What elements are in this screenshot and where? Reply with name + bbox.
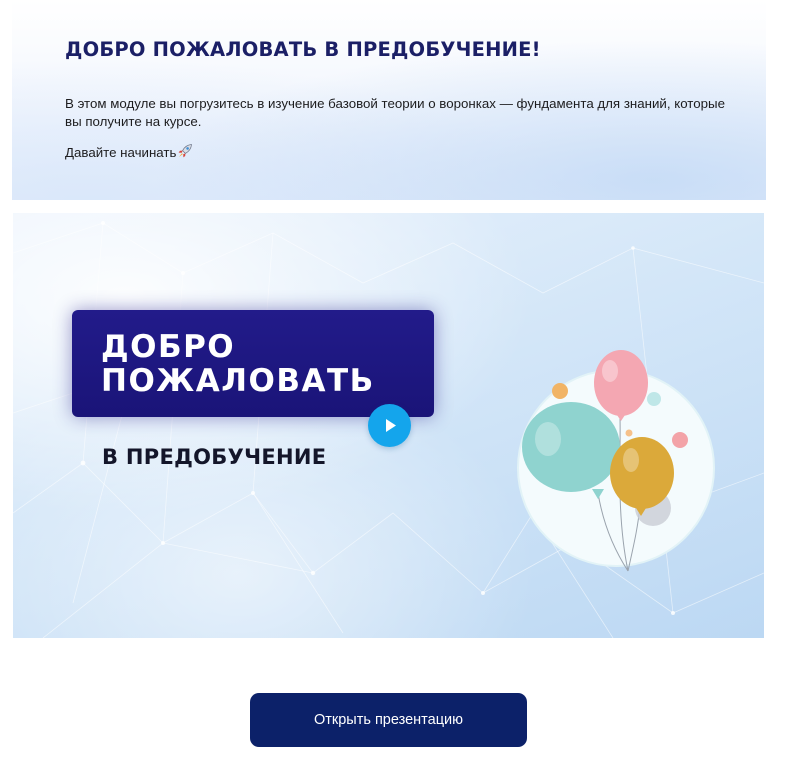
intro-card: ДОБРО ПОЖАЛОВАТЬ В ПРЕДОБУЧЕНИЕ! В этом … (12, 0, 766, 200)
intro-call-to-action: Давайте начинать (65, 143, 193, 164)
welcome-title-box: ДОБРО ПОЖАЛОВАТЬ (72, 310, 434, 417)
video-preview[interactable]: ДОБРО ПОЖАЛОВАТЬ В ПРЕДОБУЧЕНИЕ (13, 213, 764, 638)
intro-cta-text: Давайте начинать (65, 145, 177, 160)
open-presentation-button[interactable]: Открыть презентацию (250, 693, 527, 747)
play-icon (386, 419, 396, 432)
play-button[interactable] (368, 404, 411, 447)
intro-title: ДОБРО ПОЖАЛОВАТЬ В ПРЕДОБУЧЕНИЕ! (65, 38, 541, 61)
page: ДОБРО ПОЖАЛОВАТЬ В ПРЕДОБУЧЕНИЕ! В этом … (0, 0, 800, 763)
welcome-title-line-1: ДОБРО (101, 329, 236, 365)
rocket-icon (177, 143, 193, 164)
welcome-subtitle: В ПРЕДОБУЧЕНИЕ (102, 445, 327, 469)
welcome-title-line-2: ПОЖАЛОВАТЬ (101, 363, 375, 399)
intro-description: В этом модуле вы погрузитесь в изучение … (65, 96, 725, 129)
balloons-illustration (517, 350, 715, 572)
